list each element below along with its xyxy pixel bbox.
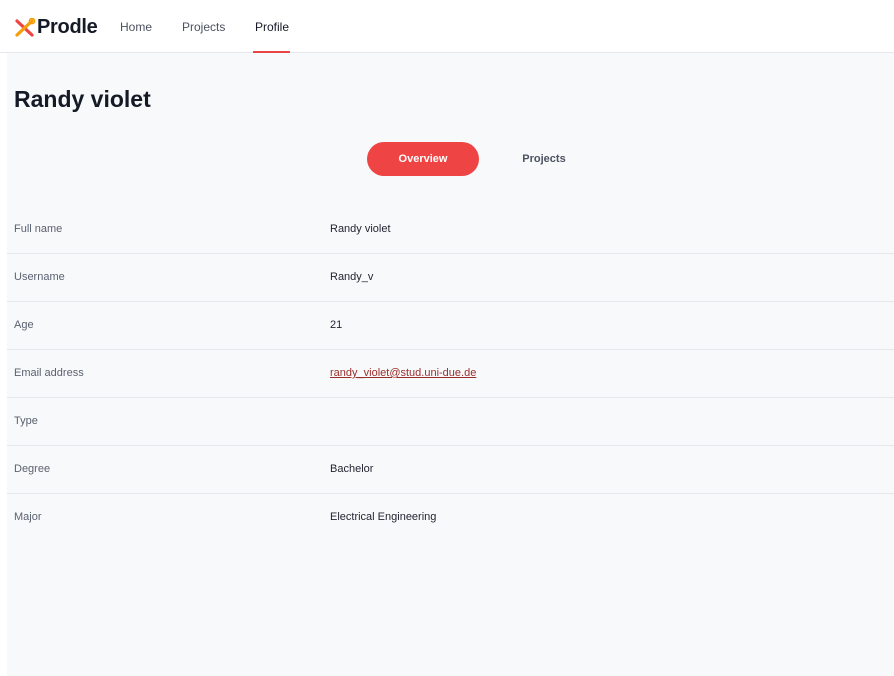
tab-projects[interactable]: Projects <box>504 142 584 176</box>
info-label: Degree <box>14 463 51 475</box>
info-row-email: Email address randy_violet@stud.uni-due.… <box>7 350 894 398</box>
tools-cross-icon <box>14 17 36 38</box>
tab-overview[interactable]: Overview <box>367 142 479 176</box>
info-row-major: Major Electrical Engineering <box>7 494 894 541</box>
profile-content: Randy violet Overview Projects Full name… <box>7 53 894 676</box>
nav-home[interactable]: Home <box>120 20 152 34</box>
info-value: 21 <box>330 319 343 331</box>
info-row-full-name: Full name Randy violet <box>7 206 894 254</box>
info-row-username: Username Randy_v <box>7 254 894 302</box>
info-label: Major <box>14 511 42 523</box>
info-row-age: Age 21 <box>7 302 894 350</box>
page-title: Randy violet <box>14 86 151 112</box>
info-label: Email address <box>14 367 84 379</box>
info-value: Bachelor <box>330 463 374 475</box>
info-value: Randy violet <box>330 223 391 235</box>
profile-info-table: Full name Randy violet Username Randy_v … <box>7 206 894 541</box>
info-row-type: Type <box>7 398 894 446</box>
brand-logo[interactable]: Prodle <box>14 16 98 39</box>
info-row-degree: Degree Bachelor <box>7 446 894 494</box>
info-label: Username <box>14 271 65 283</box>
info-value: Randy_v <box>330 271 374 283</box>
email-link[interactable]: randy_violet@stud.uni-due.de <box>330 367 476 379</box>
top-navbar: Prodle Home Projects Profile <box>0 0 894 53</box>
brand-name: Prodle <box>37 16 98 38</box>
info-value: Electrical Engineering <box>330 511 437 523</box>
info-label: Type <box>14 415 38 427</box>
nav-profile[interactable]: Profile <box>255 20 289 34</box>
nav-projects[interactable]: Projects <box>182 20 225 34</box>
info-label: Full name <box>14 223 63 235</box>
info-label: Age <box>14 319 34 331</box>
